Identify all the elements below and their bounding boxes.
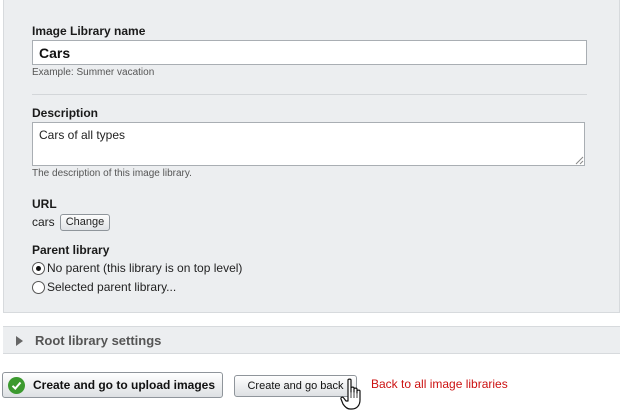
triangle-right-icon bbox=[16, 336, 23, 346]
create-and-upload-button[interactable]: Create and go to upload images bbox=[2, 372, 223, 398]
library-name-input[interactable] bbox=[32, 40, 587, 65]
name-hint: Example: Summer vacation bbox=[32, 67, 155, 78]
radio-button-checked[interactable] bbox=[32, 261, 45, 275]
url-label: URL bbox=[32, 197, 57, 211]
parent-option-no-parent[interactable]: No parent (this library is on top level) bbox=[32, 261, 242, 275]
radio-label: Selected parent library... bbox=[47, 280, 177, 294]
name-label: Image Library name bbox=[32, 24, 146, 38]
parent-option-selected-parent[interactable]: Selected parent library... bbox=[32, 280, 176, 294]
check-circle-icon bbox=[8, 376, 25, 394]
description-textarea[interactable]: Cars of all types bbox=[32, 122, 585, 166]
description-label: Description bbox=[32, 106, 99, 120]
root-library-settings-header[interactable]: Root library settings bbox=[3, 326, 620, 354]
resize-grip-icon[interactable] bbox=[574, 155, 584, 165]
root-library-settings-title: Root library settings bbox=[35, 333, 162, 348]
radio-button[interactable] bbox=[32, 280, 45, 294]
create-and-upload-label: Create and go to upload images bbox=[33, 378, 216, 392]
parent-library-label: Parent library bbox=[32, 243, 110, 257]
radio-label: No parent (this library is on top level) bbox=[47, 261, 243, 275]
create-and-go-back-button[interactable]: Create and go back bbox=[234, 375, 357, 397]
section-divider bbox=[32, 94, 587, 95]
change-url-button[interactable]: Change bbox=[60, 214, 110, 231]
back-to-libraries-link[interactable]: Back to all image libraries bbox=[371, 377, 508, 391]
hand-pointer-icon bbox=[340, 378, 361, 410]
url-value: cars bbox=[32, 215, 55, 229]
description-hint: The description of this image library. bbox=[32, 168, 192, 179]
